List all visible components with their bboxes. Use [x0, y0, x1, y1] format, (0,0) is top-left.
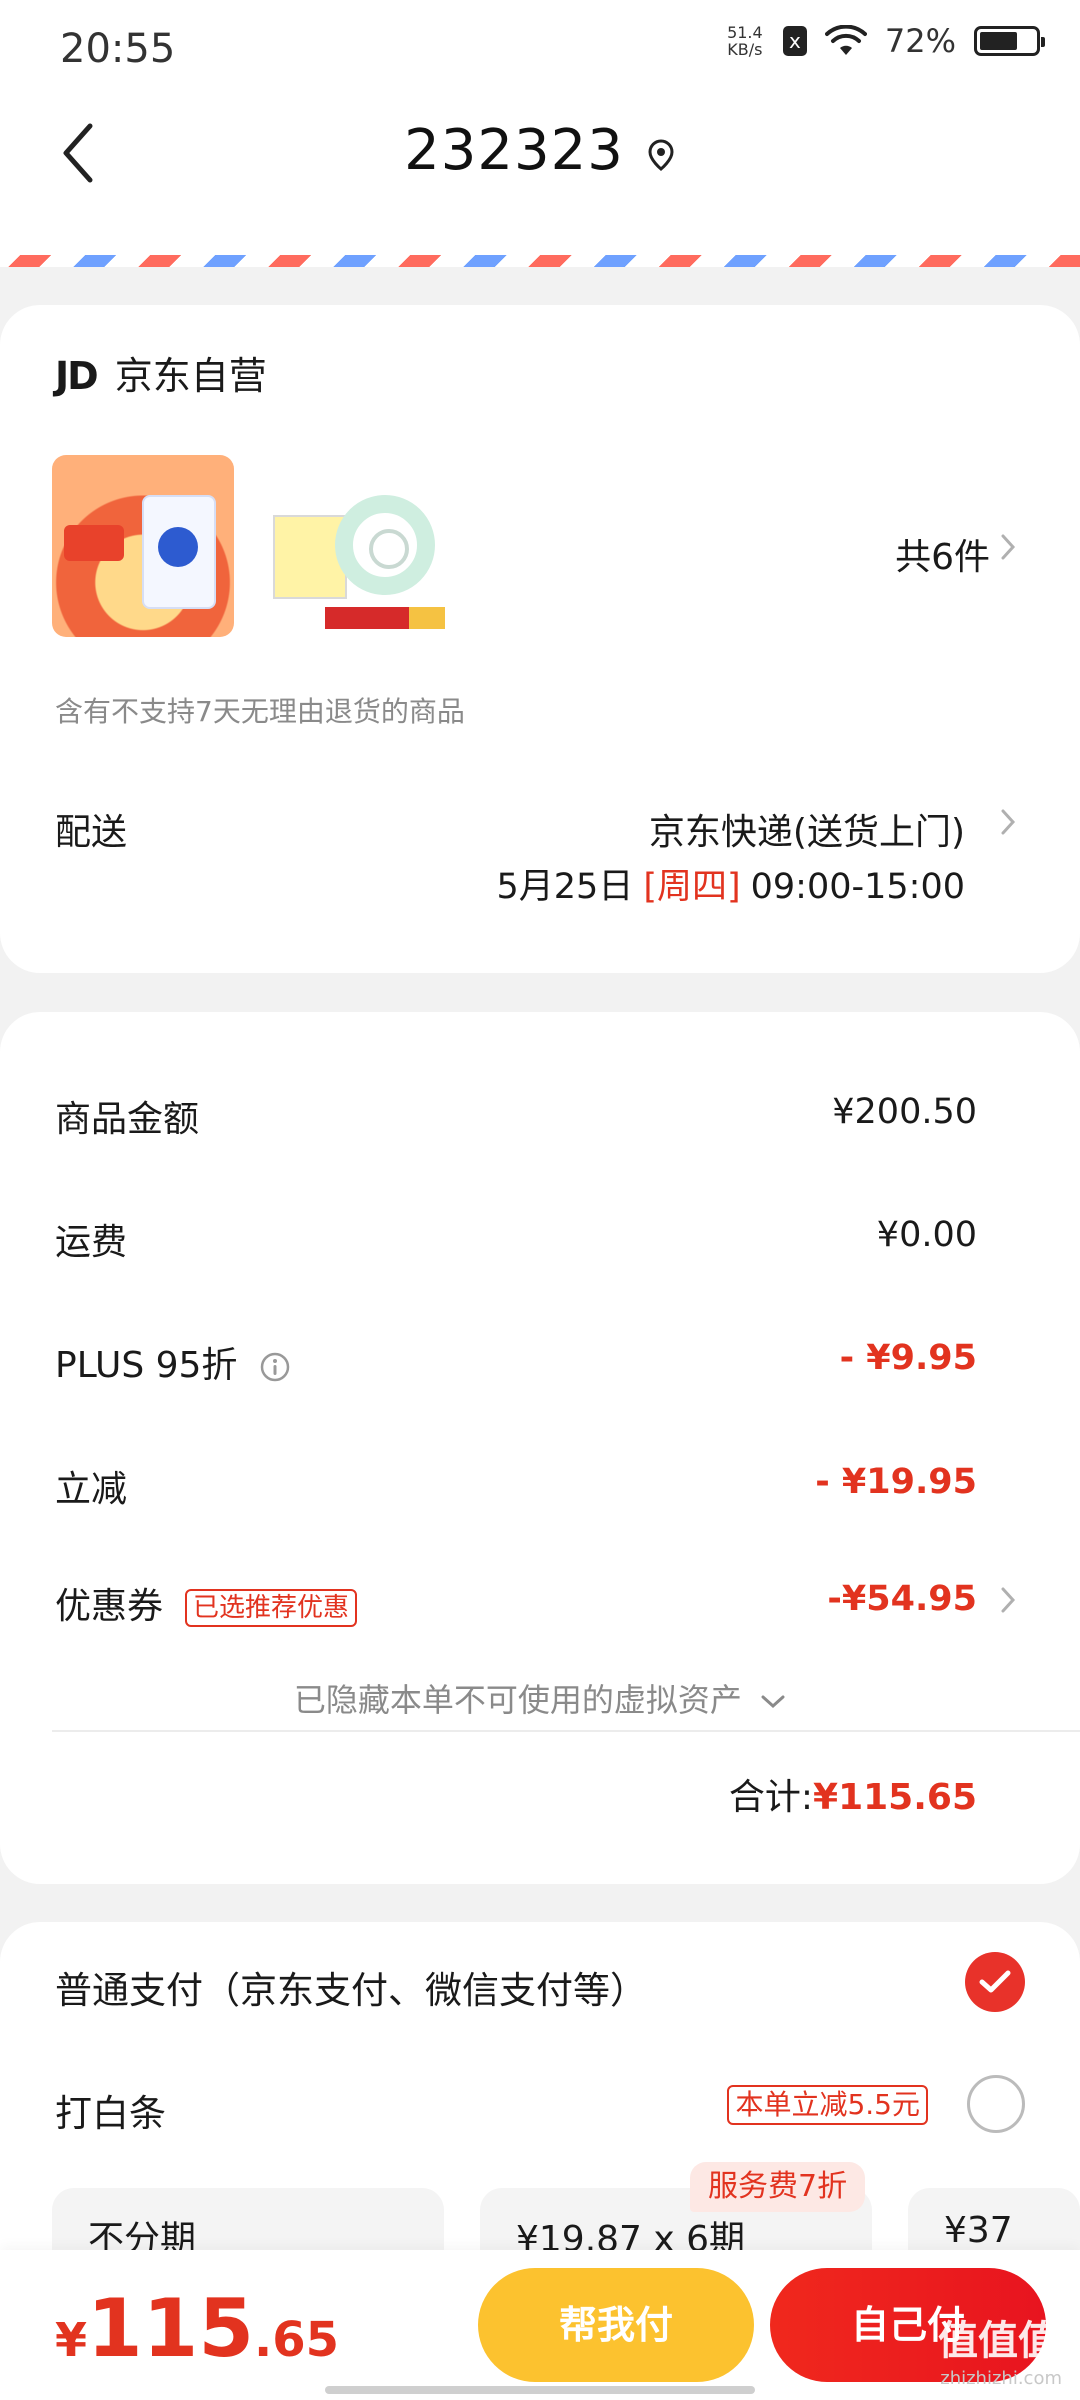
milk-carton-graphic: [142, 495, 216, 609]
instant-discount-value: - ¥19.95: [815, 1462, 977, 1502]
service-fee-tag: 服务费7折: [690, 2162, 866, 2212]
battery-icon: [974, 26, 1045, 56]
page-title: 232323: [404, 118, 624, 183]
tape-label-graphic: [325, 607, 445, 629]
shipping-fee-label: 运费: [55, 1222, 128, 1263]
normal-payment-label[interactable]: 普通支付（京东支付、微信支付等）: [55, 1960, 647, 2014]
chevron-right-icon[interactable]: [1000, 808, 1016, 836]
jd-logo: JD: [55, 354, 99, 398]
return-notice: 含有不支持7天无理由退货的商品: [55, 695, 465, 728]
status-time: 20:55: [60, 26, 176, 72]
info-circle-icon[interactable]: [259, 1351, 291, 1383]
order-total: 合计:¥115.65: [729, 1768, 977, 1820]
no-sim-icon: x: [782, 26, 807, 56]
location-pin-icon: [648, 138, 674, 171]
chevron-right-icon[interactable]: [1000, 533, 1016, 561]
net-speed-value: 51.4: [727, 23, 763, 42]
total-value: ¥115.65: [813, 1777, 977, 1818]
hidden-assets-text: 已隐藏本单不可使用的虚拟资产: [293, 1681, 742, 1719]
plus-discount-text: PLUS 95折: [55, 1345, 238, 1386]
goods-amount-label: 商品金额: [55, 1099, 200, 1140]
header-title-wrap[interactable]: 232323: [0, 118, 1080, 183]
bottom-total-price: ¥115.65: [55, 2282, 339, 2375]
divider: [52, 1730, 1080, 1732]
delivery-time[interactable]: 5月25日 [周四] 09:00-15:00: [497, 858, 965, 909]
checkmark-icon: [979, 1970, 1011, 1993]
help-pay-button[interactable]: 帮我付: [478, 2268, 754, 2382]
coupon-text: 优惠券: [55, 1586, 164, 1627]
shipping-fee-value: ¥0.00: [876, 1215, 977, 1255]
price-decimal: .65: [254, 2312, 340, 2368]
item-count[interactable]: 共6件: [895, 528, 990, 580]
product-thumbnail-tape[interactable]: [265, 455, 447, 637]
delivery-method[interactable]: 京东快递(送货上门): [649, 803, 965, 855]
product-thumbnail-milk[interactable]: [52, 455, 234, 637]
coupon-recommended-tag: 已选推荐优惠: [185, 1589, 358, 1627]
wifi-icon: [824, 25, 867, 55]
shop-name-text: 京东自营: [114, 354, 267, 398]
watermark-url: zhizhizhi.com: [940, 2368, 1062, 2389]
hidden-assets-toggle[interactable]: 已隐藏本单不可使用的虚拟资产: [0, 1675, 1080, 1721]
goods-amount-value: ¥200.50: [832, 1092, 977, 1132]
installment-option-label: ¥37: [944, 2210, 1013, 2251]
tape-roll-graphic: [335, 495, 435, 595]
delivery-weekday: [周四]: [643, 867, 741, 907]
shop-name: JD 京东自营: [55, 345, 267, 400]
chevron-down-icon: [761, 1695, 785, 1709]
envelope-stripe: [0, 255, 1080, 267]
home-indicator[interactable]: [325, 2386, 755, 2394]
normal-payment-radio[interactable]: [965, 1952, 1025, 2012]
baitiao-label[interactable]: 打白条: [55, 2083, 166, 2137]
price-integer: 115: [87, 2282, 255, 2375]
net-speed-unit: KB/s: [727, 40, 763, 59]
price-currency: ¥: [55, 2313, 88, 2367]
battery-percent: 72%: [884, 22, 956, 60]
instant-discount-label: 立减: [55, 1469, 128, 1510]
battery-fill: [980, 32, 1018, 50]
coupon-label[interactable]: 优惠券 已选推荐优惠: [55, 1577, 358, 1629]
status-indicators: 51.4 KB/s x 72%: [725, 22, 1045, 60]
coupon-value[interactable]: -¥54.95: [827, 1579, 977, 1619]
discount-badge-graphic: [64, 525, 124, 561]
plus-discount-label: PLUS 95折: [55, 1336, 291, 1388]
total-label: 合计:: [728, 1777, 814, 1818]
delivery-date: 5月25日: [496, 867, 634, 907]
baitiao-discount-tag: 本单立减5.5元: [727, 2085, 928, 2125]
net-speed: 51.4 KB/s: [725, 24, 765, 58]
delivery-window: 09:00-15:00: [750, 867, 965, 907]
chevron-right-icon[interactable]: [1000, 1586, 1016, 1614]
baitiao-radio[interactable]: [967, 2075, 1025, 2133]
price-card: [0, 1012, 1080, 1884]
delivery-label: 配送: [55, 812, 128, 853]
watermark: 值值值: [938, 2318, 1058, 2364]
plus-discount-value: - ¥9.95: [839, 1338, 977, 1378]
